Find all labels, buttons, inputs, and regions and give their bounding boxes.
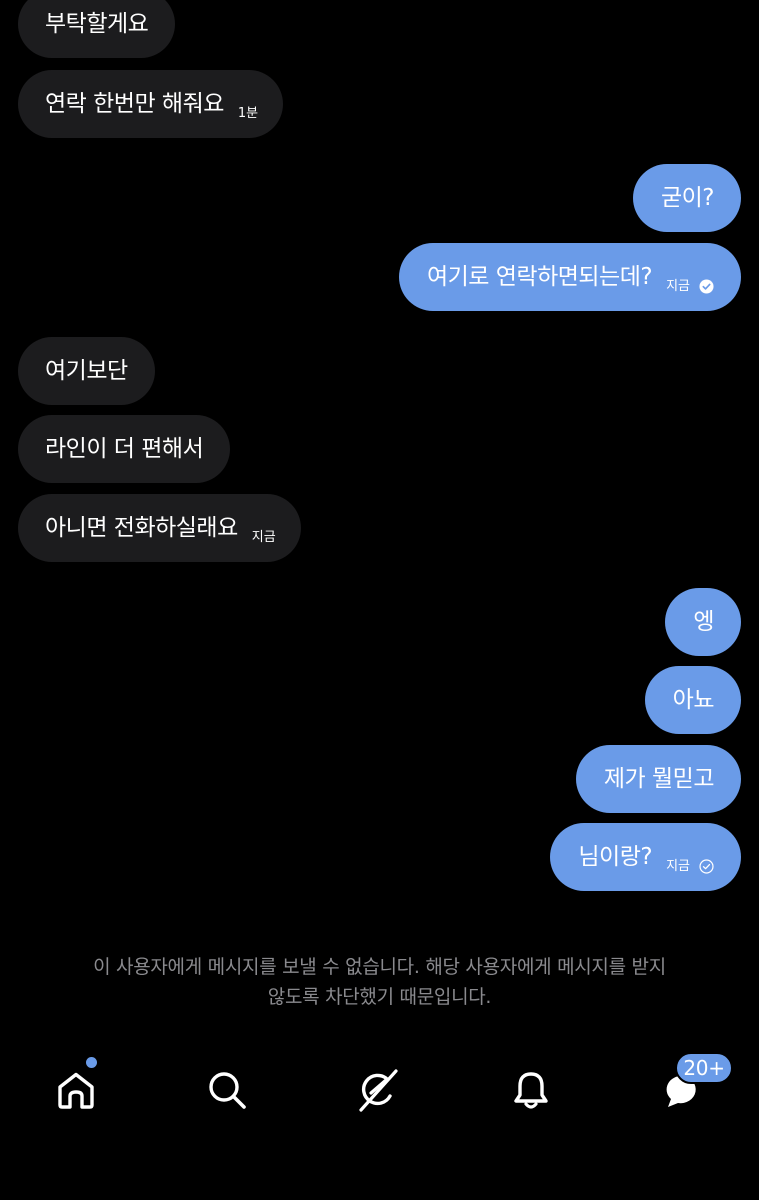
message-text: 아뇨 xyxy=(672,686,715,713)
message-sent[interactable]: 엥 xyxy=(665,588,741,656)
message-text: 아니면 전화하실래요 xyxy=(45,514,238,541)
read-check-icon xyxy=(699,278,714,294)
message-sent[interactable]: 여기로 연락하면되는데? 지금 xyxy=(398,243,741,311)
message-time: 1분 xyxy=(237,105,259,121)
message-sent[interactable]: 제가 뭘믿고 xyxy=(575,745,741,813)
message-time: 지금 xyxy=(666,278,690,294)
blocked-notice: 이 사용자에게 메시지를 보낼 수 없습니다. 해당 사용자에게 메시지를 받지… xyxy=(0,952,759,1012)
message-received[interactable]: 아니면 전화하실래요 지금 xyxy=(18,494,301,562)
message-received[interactable]: 연락 한번만 해줘요 1분 xyxy=(18,70,284,138)
tab-messages[interactable]: 20+ xyxy=(653,1052,733,1118)
message-received[interactable]: 여기보단 xyxy=(18,337,155,405)
search-icon xyxy=(209,1072,246,1109)
message-text: 엥 xyxy=(693,608,714,635)
message-text: 연락 한번만 해줘요 xyxy=(45,90,224,117)
message-text: 부탁할게요 xyxy=(45,10,149,37)
message-text: 제가 뭘믿고 xyxy=(603,765,715,792)
tab-notifications[interactable] xyxy=(503,1062,559,1118)
home-unread-dot xyxy=(86,1057,97,1068)
message-meta: 1분 xyxy=(238,107,258,120)
message-time: 지금 xyxy=(251,529,276,545)
bottom-tab-bar: 20+ xyxy=(0,1040,759,1140)
message-meta: 지금 xyxy=(252,531,276,544)
messages-count-badge: 20+ xyxy=(675,1052,733,1084)
message-text: 라인이 더 편해서 xyxy=(45,435,204,462)
message-meta: 지금 xyxy=(666,278,714,294)
sent-check-icon xyxy=(699,858,714,874)
message-meta: 지금 xyxy=(666,858,714,874)
tab-home[interactable] xyxy=(48,1057,104,1118)
grok-icon xyxy=(359,1069,398,1112)
tab-grok[interactable] xyxy=(350,1062,406,1118)
message-time: 지금 xyxy=(666,858,690,874)
message-text: 님이랑? xyxy=(578,843,653,870)
message-sent[interactable]: 아뇨 xyxy=(644,666,741,734)
bell-icon xyxy=(514,1072,548,1109)
blocked-notice-line: 않도록 차단했기 때문입니다. xyxy=(267,986,492,1008)
message-sent[interactable]: 님이랑? 지금 xyxy=(550,823,741,891)
message-text: 여기로 연락하면되는데? xyxy=(426,263,653,290)
blocked-notice-line: 이 사용자에게 메시지를 보낼 수 없습니다. 해당 사용자에게 메시지를 받지 xyxy=(93,956,666,978)
home-icon xyxy=(58,1072,94,1109)
message-thread: 부탁할게요 연락 한번만 해줘요 1분 굳이? 여기로 연락하면되는데? 지금 … xyxy=(0,0,759,940)
message-received[interactable]: 부탁할게요 xyxy=(18,0,176,58)
message-text: 여기보단 xyxy=(45,357,128,384)
message-received[interactable]: 라인이 더 편해서 xyxy=(18,415,231,483)
message-text: 굳이? xyxy=(660,184,715,211)
message-sent[interactable]: 굳이? xyxy=(632,164,741,232)
tab-search[interactable] xyxy=(199,1062,255,1118)
